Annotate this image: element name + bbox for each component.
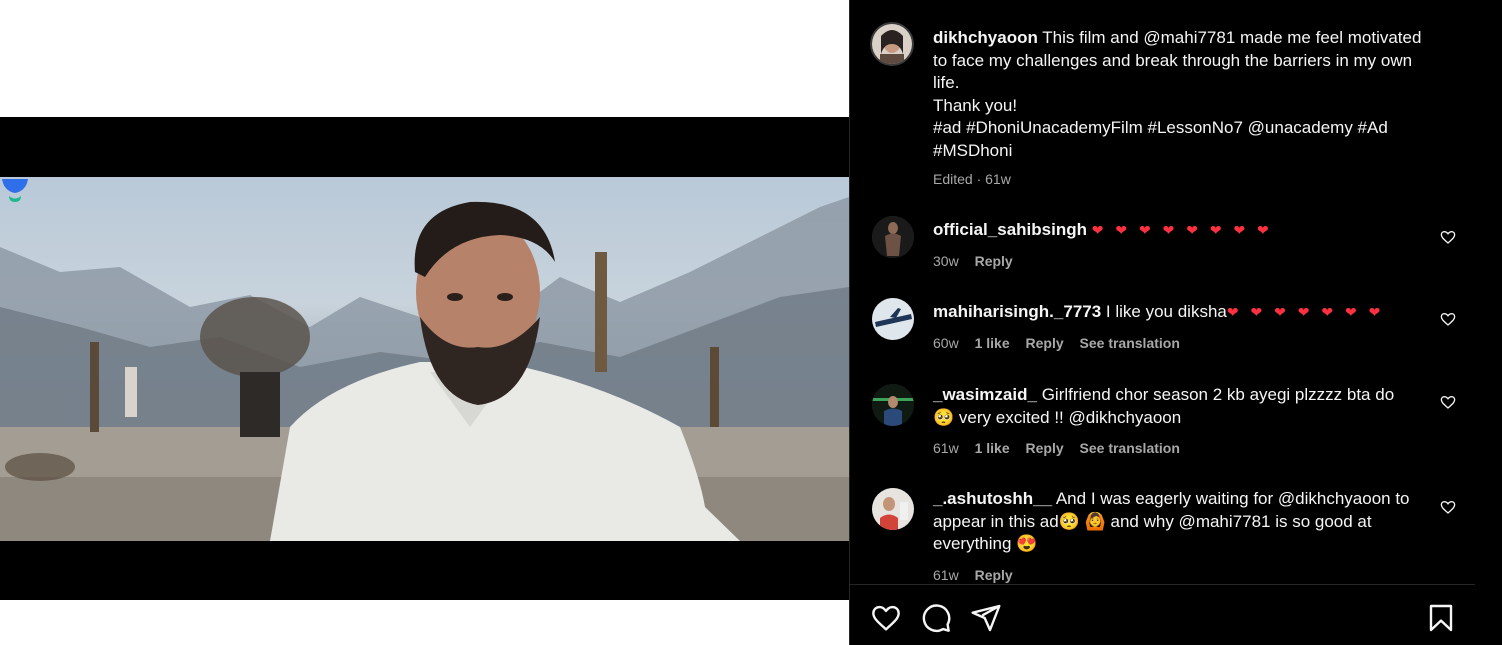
author-avatar[interactable] (870, 22, 914, 66)
comment-like-heart-icon[interactable] (1440, 229, 1456, 245)
see-translation-button[interactable]: See translation (1080, 335, 1180, 351)
heart-emojis: ❤ ❤ ❤ ❤ ❤ ❤ ❤ ❤ (1091, 222, 1273, 238)
caption-hashtags: #MSDhoni (933, 140, 1013, 160)
comment-text: official_sahibsingh ❤ ❤ ❤ ❤ ❤ ❤ ❤ ❤ (933, 219, 1273, 242)
heart-emojis: ❤ ❤ ❤ ❤ ❤ ❤ ❤ (1226, 304, 1385, 320)
comment-body: everything (933, 534, 1012, 553)
post-caption: dikhchyaoon This film and @mahi7781 made… (933, 27, 1453, 162)
caption-text: life. (933, 73, 960, 92)
commenter-avatar[interactable] (872, 216, 914, 258)
caption-text: Thank you! (933, 95, 1018, 115)
comment-meta: 61w Reply (933, 567, 1025, 583)
person-emoji: 🙆 (1084, 511, 1106, 531)
comment-age: 30w (933, 253, 959, 269)
commenter-avatar[interactable] (872, 384, 914, 426)
comment-body: And I was eagerly waiting for @dikhchyao… (1055, 489, 1410, 508)
reply-button[interactable]: Reply (975, 567, 1013, 583)
caption-author[interactable]: dikhchyaoon (933, 28, 1038, 47)
caption-text: This film and @mahi7781 made me feel mot… (1042, 28, 1422, 47)
comment-text: _.ashutoshh__ And I was eagerly waiting … (933, 488, 1433, 556)
commenter-avatar[interactable] (872, 298, 914, 340)
comment-body: I like you diksha (1105, 302, 1227, 321)
caption-hashtags: #ad #DhoniUnacademyFilm #LessonNo7 @unac… (933, 118, 1388, 137)
comment-username[interactable]: official_sahibsingh (933, 220, 1087, 239)
bookmark-icon[interactable] (1425, 602, 1457, 634)
caption-text: to face my challenges and break through … (933, 50, 1413, 70)
like-count[interactable]: 1 like (975, 440, 1010, 456)
comment-username[interactable]: _wasimzaid_ (933, 385, 1037, 404)
comment-username[interactable]: _.ashutoshh__ (933, 489, 1052, 508)
share-icon[interactable] (970, 602, 1002, 634)
comment-text: mahiharisingh._7773 I like you diksha❤ ❤… (933, 301, 1384, 324)
like-count[interactable]: 1 like (975, 335, 1010, 351)
heart-eyes-emoji: 😍 (1016, 534, 1038, 553)
see-translation-button[interactable]: See translation (1080, 440, 1180, 456)
comment-body: very excited !! @dikhchyaoon (958, 407, 1182, 427)
comment-age: 61w (933, 440, 959, 456)
comment-body: and why @mahi7781 is so good at (1110, 511, 1372, 531)
action-bar-divider (850, 584, 1475, 585)
unacademy-logo (2, 179, 28, 202)
video-still-image (0, 197, 849, 541)
comment-username[interactable]: mahiharisingh._7773 (933, 302, 1101, 321)
video-frame[interactable] (0, 177, 849, 541)
comments-panel: dikhchyaoon This film and @mahi7781 made… (849, 0, 1502, 645)
commenter-avatar[interactable] (872, 488, 914, 530)
comment-like-heart-icon[interactable] (1440, 394, 1456, 410)
reply-button[interactable]: Reply (1026, 335, 1064, 351)
comment-age: 61w (933, 567, 959, 583)
pleading-face-emoji: 🥺 (1058, 511, 1080, 531)
comment-body: appear in this ad (933, 511, 1059, 531)
comment-meta: 60w 1 like Reply See translation (933, 335, 1192, 351)
post-media[interactable] (0, 0, 849, 645)
comment-text: _wasimzaid_ Girlfriend chor season 2 kb … (933, 384, 1433, 429)
caption-edited-label: Edited · 61w (933, 171, 1011, 187)
comment-like-heart-icon[interactable] (1440, 311, 1456, 327)
comment-like-heart-icon[interactable] (1440, 499, 1456, 515)
pleading-face-emoji: 🥺 (933, 407, 955, 427)
heart-icon[interactable] (870, 602, 902, 634)
comment-icon[interactable] (920, 602, 952, 634)
comment-age: 60w (933, 335, 959, 351)
comment-body: Girlfriend chor season 2 kb ayegi plzzzz… (1041, 385, 1395, 404)
reply-button[interactable]: Reply (1026, 440, 1064, 456)
comment-meta: 61w 1 like Reply See translation (933, 440, 1192, 456)
comment-meta: 30w Reply (933, 253, 1025, 269)
comments-scroll-area[interactable]: dikhchyaoon This film and @mahi7781 made… (850, 0, 1474, 584)
reply-button[interactable]: Reply (975, 253, 1013, 269)
